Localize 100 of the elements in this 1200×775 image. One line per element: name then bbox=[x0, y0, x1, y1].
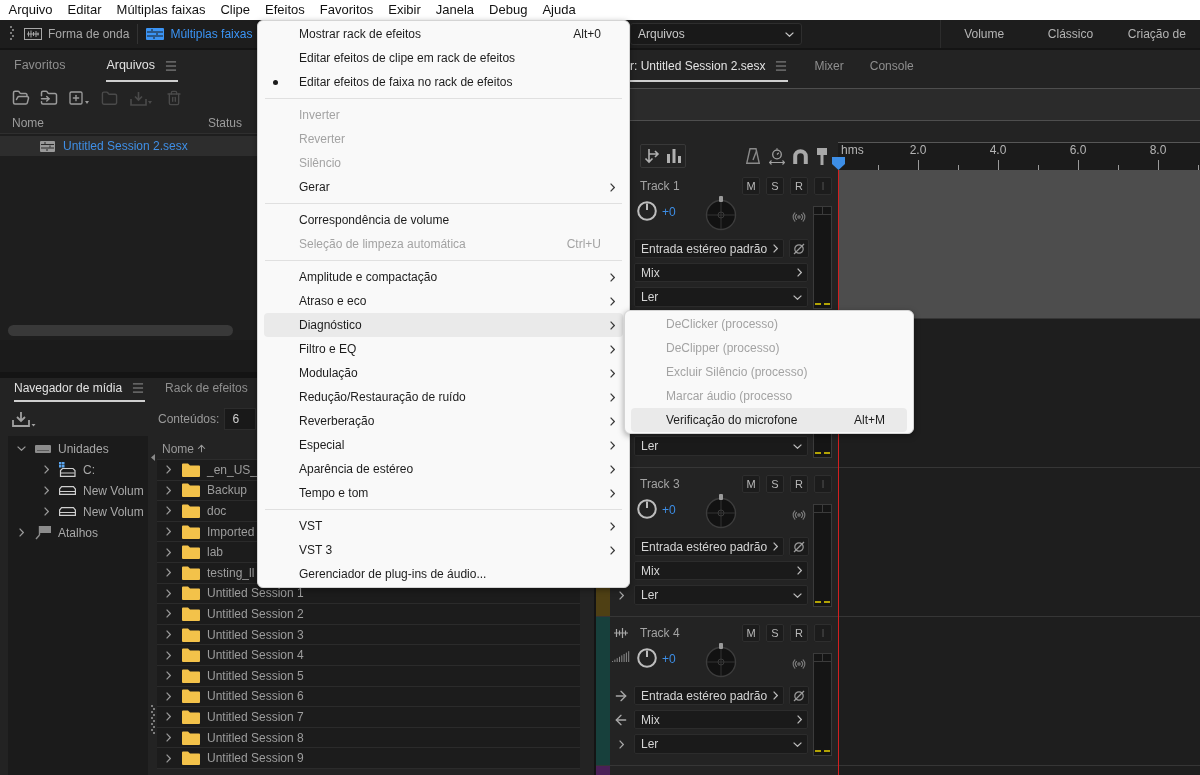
chevron-right-icon[interactable] bbox=[44, 465, 49, 474]
menu-bar-item[interactable]: Múltiplas faixas bbox=[109, 0, 213, 20]
chevron-right-icon[interactable] bbox=[166, 712, 171, 722]
menu-item[interactable]: Diagnóstico bbox=[264, 313, 623, 337]
chevron-right-icon[interactable] bbox=[166, 630, 171, 640]
track-name[interactable]: Track 3 bbox=[640, 475, 680, 493]
panel-tab[interactable]: Arquivos bbox=[106, 52, 179, 82]
knob-icon[interactable] bbox=[637, 201, 657, 221]
menu-item[interactable]: VST bbox=[264, 514, 623, 538]
folder-row[interactable]: Untitled Session 3 bbox=[157, 624, 580, 646]
automation-dropdown[interactable]: Ler bbox=[634, 436, 808, 456]
volume-value[interactable]: +0 bbox=[662, 203, 676, 221]
menu-bar-item[interactable]: Clipe bbox=[212, 0, 258, 20]
contents-field[interactable]: 6 bbox=[224, 408, 257, 430]
new-file-icon[interactable] bbox=[68, 90, 84, 106]
menu-bar-item[interactable]: Efeitos bbox=[257, 0, 313, 20]
menu-item[interactable]: Reverberação bbox=[264, 409, 623, 433]
panel-tab[interactable]: Navegador de mídia bbox=[14, 377, 146, 402]
menu-item[interactable]: Tempo e tom bbox=[264, 481, 623, 505]
menu-bar-item[interactable]: Exibir bbox=[380, 0, 429, 20]
menu-item[interactable]: Amplitude e compactação bbox=[264, 265, 623, 289]
output-dropdown[interactable]: Mix bbox=[634, 710, 808, 729]
column-header[interactable]: Nome bbox=[162, 439, 194, 458]
chevron-right-icon[interactable] bbox=[166, 733, 171, 742]
phase-invert-button[interactable] bbox=[789, 239, 809, 258]
chevron-right-icon[interactable] bbox=[618, 739, 624, 749]
tree-label[interactable]: New Volum bbox=[83, 502, 144, 521]
menu-bar-item[interactable]: Debug bbox=[481, 0, 535, 20]
menu-item[interactable]: VST 3 bbox=[264, 538, 623, 562]
menu-item[interactable]: Especial bbox=[264, 433, 623, 457]
broadcast-icon[interactable] bbox=[792, 508, 806, 522]
folder-row[interactable]: Untitled Session 8 bbox=[157, 727, 580, 749]
menu-icon[interactable] bbox=[131, 381, 146, 395]
chevron-right-icon[interactable] bbox=[166, 609, 171, 619]
column-header[interactable]: Status bbox=[208, 115, 243, 130]
record-arm-button[interactable]: R bbox=[790, 475, 808, 493]
menu-item[interactable]: Filtro e EQ bbox=[264, 337, 623, 361]
track-name[interactable]: Track 4 bbox=[640, 624, 680, 642]
metronome-icon[interactable] bbox=[746, 148, 760, 164]
folder-row[interactable]: Untitled Session 5 bbox=[157, 665, 580, 687]
menu-icon[interactable] bbox=[164, 58, 179, 73]
tree-label[interactable]: Atalhos bbox=[58, 523, 99, 542]
splitter-grip-icon[interactable] bbox=[150, 705, 155, 735]
column-header[interactable]: Nome bbox=[12, 115, 44, 130]
folder-row[interactable]: Untitled Session 6 bbox=[157, 686, 580, 708]
automation-dropdown[interactable]: Ler bbox=[634, 287, 808, 307]
workspace-tab[interactable]: Criação de bbox=[1127, 25, 1186, 43]
menu-item[interactable]: Gerenciador de plug-ins de áudio... bbox=[264, 562, 623, 586]
chevron-right-icon[interactable] bbox=[618, 590, 624, 600]
caret-icon[interactable] bbox=[85, 101, 89, 104]
chevron-down-icon[interactable] bbox=[17, 446, 26, 451]
menu-item[interactable]: Verificação do microfone Alt+M bbox=[631, 408, 907, 432]
chevron-right-icon[interactable] bbox=[166, 588, 171, 598]
menu-item[interactable]: Mostrar rack de efeitos Alt+0 bbox=[264, 22, 623, 46]
menu-item[interactable]: Modulação bbox=[264, 361, 623, 385]
solo-button[interactable]: S bbox=[766, 624, 784, 642]
volume-value[interactable]: +0 bbox=[662, 501, 676, 519]
mute-button[interactable]: M bbox=[742, 624, 760, 642]
tree-label[interactable]: New Volum bbox=[83, 481, 144, 500]
horizontal-scrollbar[interactable] bbox=[8, 325, 233, 336]
folder-row[interactable]: Untitled Session 4 bbox=[157, 645, 580, 666]
magnet-icon[interactable] bbox=[793, 148, 808, 164]
menu-icon[interactable] bbox=[774, 59, 789, 73]
mode-button[interactable]: Forma de onda bbox=[22, 22, 132, 46]
record-arm-button[interactable]: R bbox=[790, 177, 808, 195]
chevron-right-icon[interactable] bbox=[44, 486, 49, 495]
input-dropdown[interactable]: Entrada estéreo padrão bbox=[634, 537, 784, 556]
menu-item[interactable]: Atraso e eco bbox=[264, 289, 623, 313]
panel-tab[interactable]: Mixer bbox=[814, 53, 844, 82]
phase-invert-button[interactable] bbox=[789, 686, 809, 705]
mode-button[interactable]: Múltiplas faixas bbox=[144, 22, 255, 46]
automation-dropdown[interactable]: Ler bbox=[634, 585, 808, 605]
chevron-right-icon[interactable] bbox=[166, 650, 171, 660]
menu-bar-item[interactable]: Ajuda bbox=[534, 0, 584, 20]
track-lane[interactable] bbox=[838, 766, 1200, 775]
phase-invert-button[interactable] bbox=[789, 537, 809, 556]
folder-row[interactable]: Untitled Session 7 bbox=[157, 707, 580, 728]
record-arm-button[interactable]: R bbox=[790, 624, 808, 642]
menu-bar-item[interactable]: Arquivo bbox=[1, 0, 61, 20]
chevron-right-icon[interactable] bbox=[166, 671, 171, 681]
chevron-right-icon[interactable] bbox=[166, 506, 171, 516]
tree-label[interactable]: C: bbox=[83, 460, 95, 479]
broadcast-icon[interactable] bbox=[792, 657, 806, 671]
mute-button[interactable]: M bbox=[742, 475, 760, 493]
menu-item[interactable]: Gerar bbox=[264, 175, 623, 199]
workspace-select[interactable]: Arquivos bbox=[630, 23, 802, 45]
panel-tab[interactable]: Console bbox=[869, 53, 914, 82]
chevron-right-icon[interactable] bbox=[166, 547, 171, 557]
menu-bar-item[interactable]: Editar bbox=[60, 0, 110, 20]
stopwatch-icon[interactable] bbox=[769, 147, 785, 165]
chevron-right-icon[interactable] bbox=[166, 691, 171, 701]
chevron-right-icon[interactable] bbox=[166, 568, 171, 578]
folder-import-icon[interactable] bbox=[40, 89, 58, 107]
chevron-right-icon[interactable] bbox=[166, 465, 171, 475]
panel-tab[interactable]: Rack de efeitos bbox=[165, 377, 248, 402]
menu-item[interactable]: Correspondência de volume bbox=[264, 208, 623, 232]
left-triangle-icon[interactable] bbox=[150, 454, 155, 461]
tree-label[interactable]: Unidades bbox=[58, 439, 109, 458]
menu-item[interactable]: Aparência de estéreo bbox=[264, 457, 623, 481]
knob-icon[interactable] bbox=[637, 648, 657, 668]
